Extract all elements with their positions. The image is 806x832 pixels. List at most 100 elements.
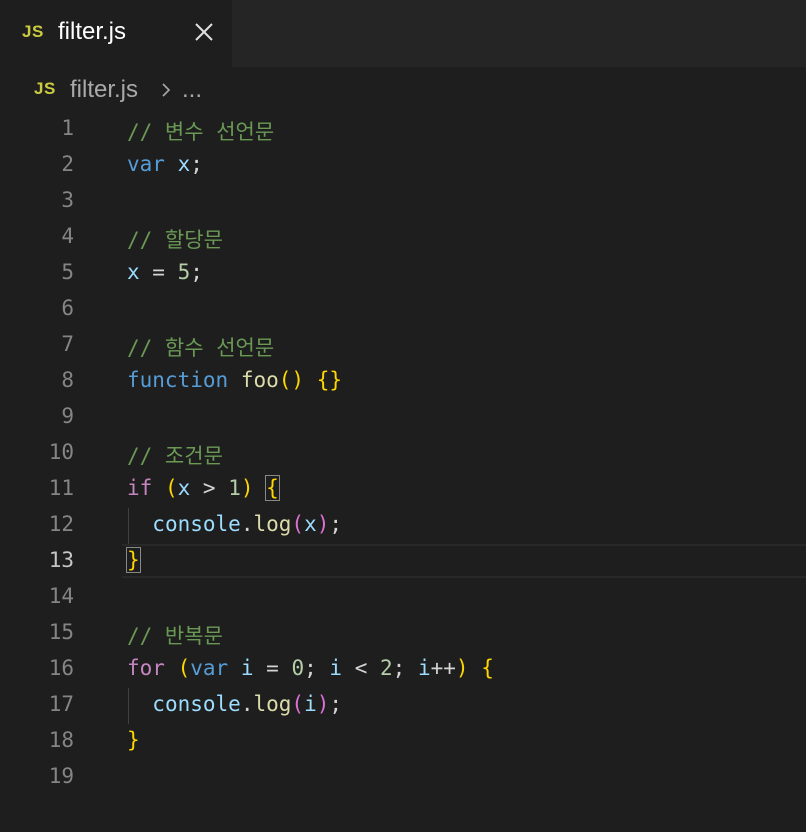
identifier: i bbox=[417, 656, 431, 680]
tab-filter-js[interactable]: JS filter.js bbox=[0, 0, 232, 67]
punctuation: ; bbox=[190, 152, 203, 176]
bracket: ) bbox=[316, 692, 330, 716]
line-content: console.log(x); bbox=[127, 512, 342, 536]
identifier: x bbox=[177, 152, 191, 176]
line-content: console.log(i); bbox=[127, 692, 342, 716]
code-line[interactable]: 5 x = 5; bbox=[0, 256, 806, 292]
punctuation: ; bbox=[190, 260, 203, 284]
bracket: ) bbox=[240, 476, 254, 500]
line-content: } bbox=[127, 728, 140, 752]
javascript-file-icon: JS bbox=[34, 79, 56, 98]
line-content: // 함수 선언문 bbox=[127, 332, 274, 362]
identifier: i bbox=[304, 692, 317, 716]
close-icon[interactable] bbox=[190, 18, 218, 46]
current-line-highlight bbox=[122, 544, 806, 578]
line-number: 7 bbox=[61, 332, 74, 356]
function-name: log bbox=[253, 692, 292, 716]
code-editor[interactable]: 1 // 변수 선언문 2 var x; 3 4 // 할당문 5 x = 5;… bbox=[0, 112, 806, 832]
code-line[interactable]: 1 // 변수 선언문 bbox=[0, 112, 806, 148]
function-name: foo bbox=[240, 368, 279, 392]
comment: // 반복문 bbox=[127, 624, 223, 648]
comment: // 함수 선언문 bbox=[127, 336, 275, 360]
bracket: ) bbox=[455, 656, 469, 680]
line-number: 19 bbox=[48, 764, 74, 788]
tab-label: filter.js bbox=[58, 18, 127, 45]
comment: // 변수 선언문 bbox=[127, 120, 275, 144]
bracket: } bbox=[127, 728, 140, 752]
line-content: // 반복문 bbox=[127, 620, 223, 650]
code-line[interactable]: 10 // 조건문 bbox=[0, 436, 806, 472]
number: 1 bbox=[228, 476, 241, 500]
line-content: for (var i = 0; i < 2; i++) { bbox=[127, 656, 494, 680]
line-content: function foo() {} bbox=[127, 368, 342, 392]
keyword: var bbox=[127, 152, 165, 176]
bracket: ( bbox=[164, 476, 178, 500]
identifier: i bbox=[240, 656, 254, 680]
breadcrumb-symbols[interactable]: ... bbox=[182, 76, 202, 104]
punctuation: . bbox=[240, 692, 254, 716]
line-content: } bbox=[126, 547, 141, 573]
line-number: 10 bbox=[48, 440, 74, 464]
code-line-active[interactable]: 13 } bbox=[0, 544, 806, 580]
code-line[interactable]: 14 bbox=[0, 580, 806, 616]
code-line[interactable]: 17 console.log(i); bbox=[0, 688, 806, 724]
identifier: i bbox=[329, 656, 343, 680]
code-line[interactable]: 6 bbox=[0, 292, 806, 328]
bracket: { bbox=[481, 656, 494, 680]
matched-bracket: { bbox=[265, 475, 280, 501]
line-content: // 변수 선언문 bbox=[127, 116, 274, 146]
javascript-file-icon: JS bbox=[22, 22, 44, 41]
code-line[interactable]: 4 // 할당문 bbox=[0, 220, 806, 256]
tab-bar: JS filter.js bbox=[0, 0, 806, 67]
punctuation: . bbox=[240, 512, 254, 536]
line-number: 14 bbox=[48, 584, 74, 608]
code-line[interactable]: 15 // 반복문 bbox=[0, 616, 806, 652]
operator: > bbox=[190, 476, 229, 500]
code-line[interactable]: 18 } bbox=[0, 724, 806, 760]
line-number: 5 bbox=[61, 260, 74, 284]
bracket: ( bbox=[177, 656, 191, 680]
code-line[interactable]: 19 bbox=[0, 760, 806, 796]
breadcrumb-file[interactable]: filter.js bbox=[70, 76, 138, 104]
punctuation: ; bbox=[392, 656, 418, 680]
line-number: 8 bbox=[61, 368, 74, 392]
code-line[interactable]: 12 console.log(x); bbox=[0, 508, 806, 544]
line-number: 16 bbox=[48, 656, 74, 680]
operator: = bbox=[139, 260, 178, 284]
number: 0 bbox=[291, 656, 305, 680]
bracket: () bbox=[278, 368, 305, 392]
keyword: for bbox=[127, 656, 165, 680]
bracket: ( bbox=[291, 512, 305, 536]
code-line[interactable]: 2 var x; bbox=[0, 148, 806, 184]
matched-bracket: } bbox=[126, 547, 141, 573]
comment: // 할당문 bbox=[127, 228, 223, 252]
identifier: x bbox=[304, 512, 317, 536]
line-number: 11 bbox=[48, 476, 74, 500]
breadcrumb: JS filter.js ... bbox=[0, 67, 806, 113]
code-line[interactable]: 3 bbox=[0, 184, 806, 220]
code-line[interactable]: 7 // 함수 선언문 bbox=[0, 328, 806, 364]
line-number: 12 bbox=[48, 512, 74, 536]
punctuation: ; bbox=[329, 692, 343, 716]
line-number: 4 bbox=[61, 224, 74, 248]
code-line[interactable]: 11 if (x > 1) { bbox=[0, 472, 806, 508]
comment: // 조건문 bbox=[127, 444, 223, 468]
code-line[interactable]: 9 bbox=[0, 400, 806, 436]
function-name: log bbox=[253, 512, 292, 536]
line-number: 1 bbox=[61, 116, 74, 140]
line-content: x = 5; bbox=[127, 260, 203, 284]
line-number: 15 bbox=[48, 620, 74, 644]
keyword: var bbox=[190, 656, 229, 680]
code-line[interactable]: 8 function foo() {} bbox=[0, 364, 806, 400]
chevron-right-icon bbox=[162, 83, 171, 97]
identifier: console bbox=[152, 692, 241, 716]
line-number: 18 bbox=[48, 728, 74, 752]
operator: = bbox=[253, 656, 292, 680]
identifier: x bbox=[177, 476, 191, 500]
code-line[interactable]: 16 for (var i = 0; i < 2; i++) { bbox=[0, 652, 806, 688]
punctuation: ; bbox=[304, 656, 330, 680]
keyword: function bbox=[127, 368, 229, 392]
line-number: 2 bbox=[61, 152, 74, 176]
line-content: if (x > 1) { bbox=[127, 475, 280, 501]
keyword: if bbox=[127, 476, 153, 500]
